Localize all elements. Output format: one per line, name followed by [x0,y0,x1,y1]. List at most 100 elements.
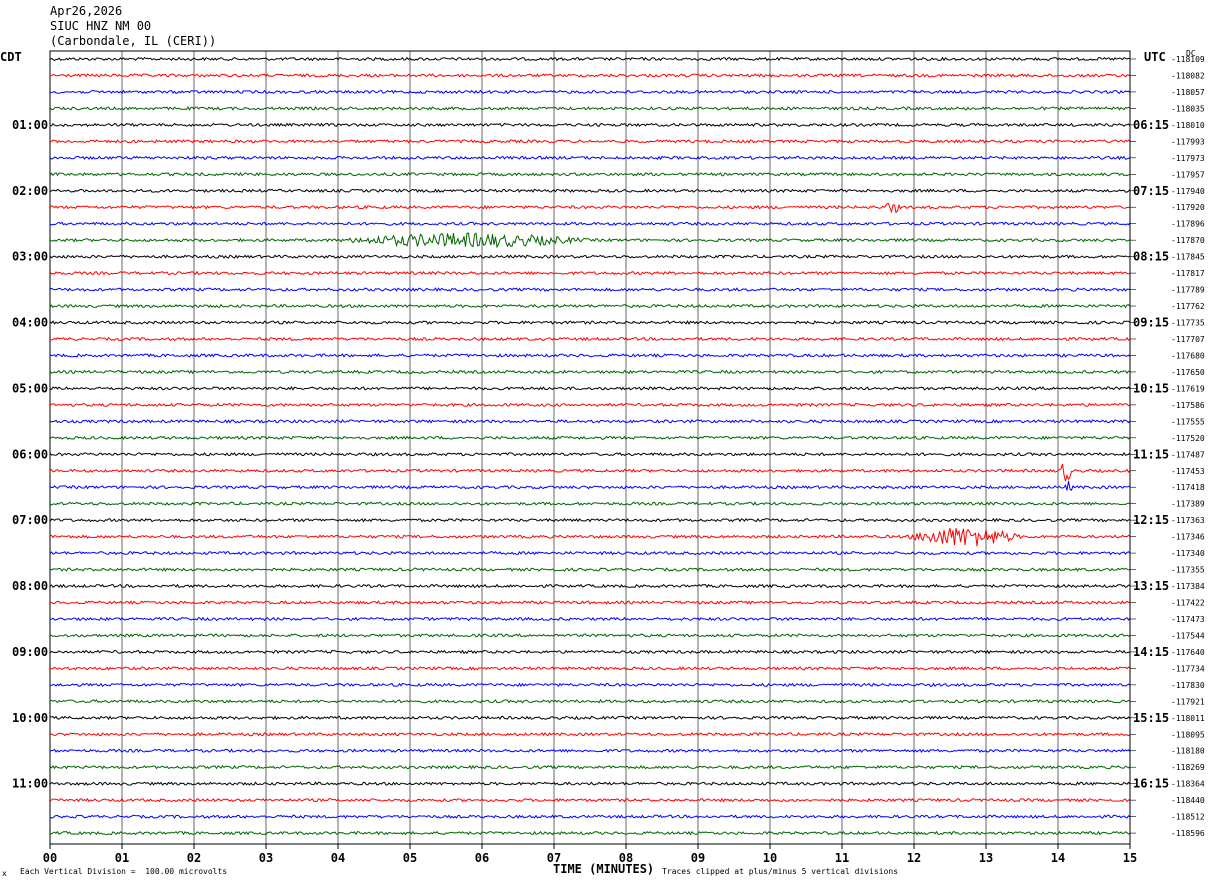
x-tick-label: 06 [475,851,489,865]
trace-offset-label: -117680 [1171,351,1205,360]
seismic-trace [49,797,1131,803]
trace-offset-label: -117418 [1171,483,1205,492]
left-hour-label: 04:00 [12,316,48,330]
right-hour-label: 15:15 [1133,711,1169,725]
left-hour-label: 07:00 [12,513,48,527]
trace-offset-label: -117586 [1171,401,1205,410]
seismic-trace [49,748,1131,754]
seismic-trace [49,369,1131,375]
trace-offset-label: -118095 [1171,730,1205,739]
seismic-trace [49,666,1131,671]
seismic-trace [49,202,1131,214]
seismic-trace [49,254,1131,259]
seismic-trace [49,386,1131,391]
seismic-trace [49,764,1131,770]
seismic-trace [49,830,1131,836]
trace-offset-label: -117762 [1171,302,1205,311]
seismic-trace [49,188,1131,194]
scale-note: Each Vertical Division = 100.00 microvol… [20,867,228,876]
trace-offset-label: -118596 [1171,829,1205,838]
trace-offset-label: -118180 [1171,747,1205,756]
seismic-trace [49,781,1131,786]
trace-offset-label: -117619 [1171,384,1205,393]
seismic-trace [49,528,1131,547]
seismic-trace [49,303,1131,309]
trace-offset-label: -117422 [1171,599,1205,608]
seismic-trace [49,89,1131,95]
trace-offset-label: -117520 [1171,434,1205,443]
right-hour-label: 06:15 [1133,118,1169,132]
trace-offset-label: -117845 [1171,253,1205,262]
trace-offset-label: -117735 [1171,319,1205,328]
seismic-trace [49,480,1131,491]
trace-offset-label: -117707 [1171,335,1205,344]
seismic-trace [49,402,1131,408]
seismic-trace [49,731,1131,737]
seismic-trace [49,501,1131,506]
left-hour-label: 03:00 [12,250,48,264]
seismic-trace [49,155,1131,161]
trace-offset-label: -117355 [1171,566,1205,575]
trace-offset-label: -117789 [1171,286,1205,295]
trace-offset-label: -117817 [1171,269,1205,278]
right-hour-label: 09:15 [1133,316,1169,330]
x-tick-label: 05 [403,851,417,865]
trace-offset-label: -117389 [1171,500,1205,509]
seismic-trace [50,600,1131,605]
trace-offset-label: -117453 [1171,467,1205,476]
seismic-trace [49,287,1131,293]
left-hour-label: 10:00 [12,711,48,725]
x-tick-label: 02 [187,851,201,865]
seismic-trace [49,715,1131,721]
right-hour-label: 13:15 [1133,579,1169,593]
seismic-trace [49,122,1131,128]
trace-offset-label: -117920 [1171,203,1205,212]
x-tick-label: 10 [763,851,777,865]
seismic-trace [49,139,1131,144]
seismic-trace [49,451,1131,457]
left-hour-label: 01:00 [12,118,48,132]
x-tick-label: 04 [331,851,345,865]
trace-offset-label: -117650 [1171,368,1205,377]
seismic-trace [49,232,1131,249]
right-hour-label: 08:15 [1133,250,1169,264]
trace-offset-label: -117940 [1171,187,1205,196]
seismic-trace [49,633,1131,638]
seismic-trace [49,336,1131,342]
seismic-trace [49,649,1131,655]
trace-offset-label: -117487 [1171,450,1205,459]
seismic-trace [49,814,1131,819]
right-hour-label: 10:15 [1133,381,1169,395]
left-hour-label: 11:00 [12,777,48,791]
corner-mark: x [2,869,7,878]
trace-offset-label: -117993 [1171,137,1205,146]
x-tick-label: 11 [835,851,849,865]
left-hour-label: 02:00 [12,184,48,198]
seismic-trace [49,583,1131,589]
trace-offset-label: -118364 [1171,780,1205,789]
trace-offset-label: -117896 [1171,220,1205,229]
x-tick-label: 14 [1051,851,1065,865]
plot-frame [49,50,1131,845]
seismic-trace [49,463,1131,482]
trace-offset-label: -117544 [1171,631,1205,640]
x-tick-label: 03 [259,851,273,865]
left-hour-label: 05:00 [12,381,48,395]
trace-offset-label: -117473 [1171,615,1205,624]
trace-offset-label: -117957 [1171,170,1205,179]
trace-offset-label: -117363 [1171,516,1205,525]
seismic-trace [49,106,1131,111]
x-tick-label: 15 [1123,851,1137,865]
trace-offset-label: -117384 [1171,582,1205,591]
left-hour-label: 08:00 [12,579,48,593]
seismic-trace [49,270,1131,276]
trace-offset-label: -117346 [1171,533,1205,542]
right-hour-label: 07:15 [1133,184,1169,198]
trace-offset-label: -117555 [1171,417,1205,426]
seismic-trace [49,517,1131,523]
seismic-trace [49,221,1131,226]
x-axis-label: TIME (MINUTES) [553,862,655,876]
trace-offset-label: -117340 [1171,549,1205,558]
seismic-trace [49,73,1131,78]
trace-offset-label: -118109 [1171,55,1205,64]
